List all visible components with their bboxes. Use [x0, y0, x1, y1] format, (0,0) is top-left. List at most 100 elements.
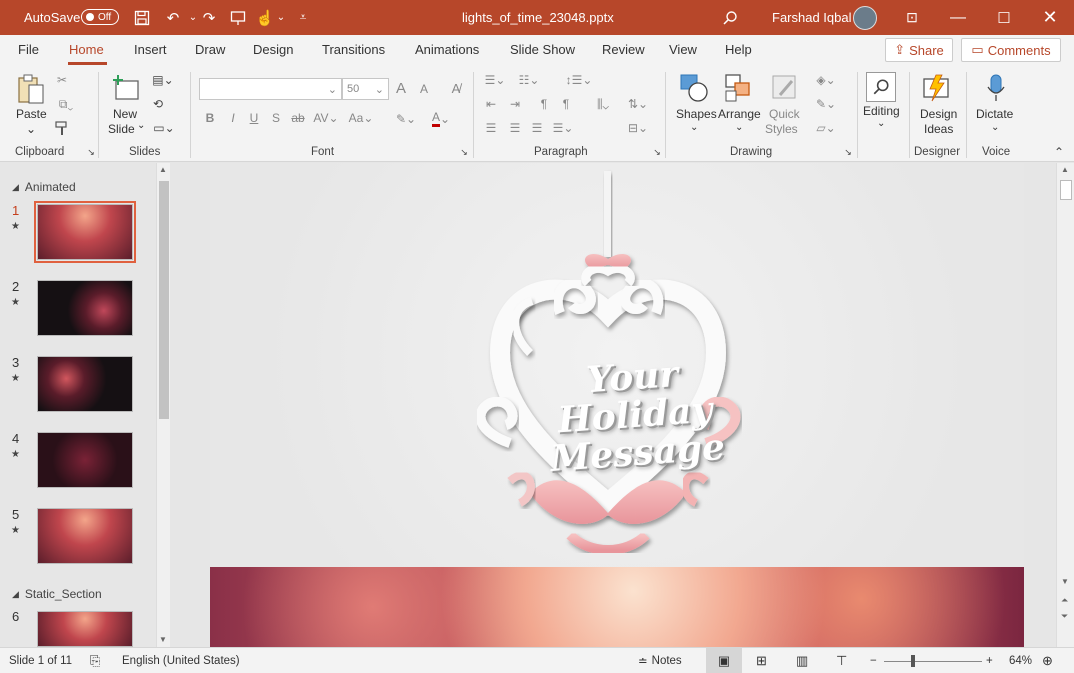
grow-font-icon[interactable]: A [393, 79, 409, 97]
present-icon[interactable] [227, 0, 249, 35]
normal-view-icon[interactable]: ▣ [706, 648, 742, 673]
clear-formatting-icon[interactable]: A̸ [447, 79, 465, 97]
character-spacing-icon[interactable]: AV ⌄ [312, 110, 340, 126]
fit-slide-icon[interactable]: ⊕ [1042, 648, 1053, 673]
shape-fill-icon[interactable]: ◈⌄ [812, 72, 840, 88]
paragraph-launcher-icon[interactable]: ↘ [652, 147, 662, 157]
clipboard-launcher-icon[interactable]: ↘ [86, 147, 96, 157]
shapes-icon[interactable] [679, 72, 709, 104]
align-right-icon[interactable]: ☰ [528, 120, 546, 136]
arrange-icon[interactable] [724, 72, 754, 104]
next-slide-icon[interactable]: ⏷ [1061, 611, 1068, 622]
scroll-down-icon[interactable]: ▼ [159, 635, 167, 644]
underline-icon[interactable]: U [248, 110, 260, 126]
tab-file[interactable]: File [18, 42, 39, 57]
scroll-down-icon[interactable]: ▼ [1061, 577, 1069, 586]
layout-icon[interactable]: ▤⌄ [150, 72, 176, 88]
strikethrough-icon[interactable]: ab [289, 110, 307, 126]
shadow-icon[interactable]: S [270, 110, 282, 126]
zoom-slider[interactable] [884, 661, 982, 662]
design-ideas-icon[interactable] [921, 72, 953, 104]
microphone-icon[interactable] [984, 72, 1008, 104]
shape-outline-icon[interactable]: ✎⌄ [812, 96, 840, 112]
cut-icon[interactable]: ✂ [54, 72, 70, 88]
dictate-dropdown-icon[interactable]: ⌄ [991, 122, 999, 133]
justify-icon[interactable]: ☰⌄ [550, 120, 576, 136]
new-slide-icon[interactable] [109, 72, 141, 104]
holiday-message-text[interactable]: Your Holiday Message [536, 352, 733, 480]
slide-thumbnail-6[interactable] [37, 611, 133, 647]
scroll-up-icon[interactable]: ▲ [159, 165, 167, 174]
editor-scrollbar[interactable]: ▲ ▼ ⏶ ⏷ [1056, 163, 1074, 647]
search-icon[interactable] [719, 0, 741, 35]
comments-button[interactable]: ▭ Comments [961, 38, 1061, 62]
customize-qat-icon[interactable]: ⩡ [292, 0, 314, 35]
bullets-icon[interactable]: ☰⌄ [482, 72, 508, 88]
editing-dropdown-icon[interactable]: ⌄ [877, 118, 885, 129]
bokeh-banner-image[interactable] [210, 567, 1024, 647]
new-slide-dropdown-icon[interactable]: ⌄ [137, 120, 145, 131]
section-icon[interactable]: ▭⌄ [150, 120, 178, 136]
tab-help[interactable]: Help [725, 42, 752, 57]
slide-thumbnail-1[interactable] [34, 201, 136, 263]
slide-thumbnail-4[interactable] [37, 432, 133, 488]
reset-icon[interactable]: ⟲ [150, 96, 166, 112]
scrollbar-thumb[interactable] [159, 181, 169, 419]
ltr-icon[interactable]: ¶ [536, 96, 552, 112]
collapse-ribbon-icon[interactable]: ⌃ [1052, 145, 1066, 159]
numbering-icon[interactable]: ☷⌄ [516, 72, 542, 88]
scrollbar-thumb[interactable] [1060, 180, 1072, 200]
slide-canvas[interactable]: Your Holiday Message [210, 163, 1024, 647]
previous-slide-icon[interactable]: ⏶ [1061, 595, 1068, 606]
change-case-icon[interactable]: Aa ⌄ [346, 110, 376, 126]
quick-styles-icon[interactable] [770, 72, 800, 104]
line-spacing-icon[interactable]: ↕☰⌄ [564, 72, 594, 88]
design-ideas-label-1[interactable]: Design [920, 107, 957, 121]
drawing-launcher-icon[interactable]: ↘ [843, 147, 853, 157]
tab-draw[interactable]: Draw [195, 42, 225, 57]
text-direction-icon[interactable]: ⇅⌄ [624, 96, 652, 112]
thumbnail-scrollbar[interactable]: ▲ ▼ [156, 163, 170, 647]
zoom-in-icon[interactable]: + [986, 648, 993, 673]
tab-view[interactable]: View [669, 42, 697, 57]
align-text-icon[interactable]: ⊟⌄ [624, 120, 652, 136]
tab-insert[interactable]: Insert [134, 42, 167, 57]
section-header-static[interactable]: ◢ Static_Section [12, 587, 102, 601]
ribbon-display-icon[interactable]: ⊡ [889, 0, 935, 35]
align-left-icon[interactable]: ☰ [482, 120, 500, 136]
close-icon[interactable]: ✕ [1027, 0, 1073, 35]
share-button[interactable]: ⇪ Share [885, 38, 953, 62]
zoom-out-icon[interactable]: − [870, 648, 877, 673]
shrink-font-icon[interactable]: A [417, 81, 431, 97]
align-center-icon[interactable]: ☰ [506, 120, 524, 136]
touch-dropdown-icon[interactable]: ⌄ [270, 0, 292, 35]
new-slide-label-2[interactable]: Slide [108, 122, 135, 136]
decrease-indent-icon[interactable]: ⇤ [482, 96, 500, 112]
shapes-label[interactable]: Shapes [676, 107, 717, 121]
bold-icon[interactable]: B [204, 110, 216, 126]
slide-thumbnail-5[interactable] [37, 508, 133, 564]
language-status[interactable]: English (United States) [122, 648, 240, 673]
arrange-label[interactable]: Arrange [718, 107, 761, 121]
arrange-dropdown-icon[interactable]: ⌄ [735, 122, 743, 133]
paste-dropdown-icon[interactable]: ⌄ [26, 122, 36, 136]
slide-thumbnail-3[interactable] [37, 356, 133, 412]
shapes-dropdown-icon[interactable]: ⌄ [690, 122, 698, 133]
font-name-field[interactable]: ⌄ [199, 78, 342, 100]
tab-review[interactable]: Review [602, 42, 645, 57]
zoom-level[interactable]: 64% [1009, 648, 1032, 673]
quick-styles-label-1[interactable]: Quick [769, 107, 800, 121]
maximize-icon[interactable]: ☐ [981, 0, 1027, 35]
section-header-animated[interactable]: ◢ Animated [12, 180, 76, 194]
paste-icon[interactable] [14, 72, 48, 106]
user-name[interactable]: Farshad Iqbal [772, 0, 852, 35]
slide-thumbnail-2[interactable] [37, 280, 133, 336]
avatar[interactable] [853, 6, 877, 30]
font-launcher-icon[interactable]: ↘ [459, 147, 469, 157]
editing-search-icon[interactable] [866, 72, 896, 102]
new-slide-label-1[interactable]: New [113, 107, 137, 121]
tab-design[interactable]: Design [253, 42, 293, 57]
quick-styles-label-2[interactable]: Styles [765, 122, 798, 136]
editing-label[interactable]: Editing [863, 104, 900, 118]
increase-indent-icon[interactable]: ⇥ [506, 96, 524, 112]
